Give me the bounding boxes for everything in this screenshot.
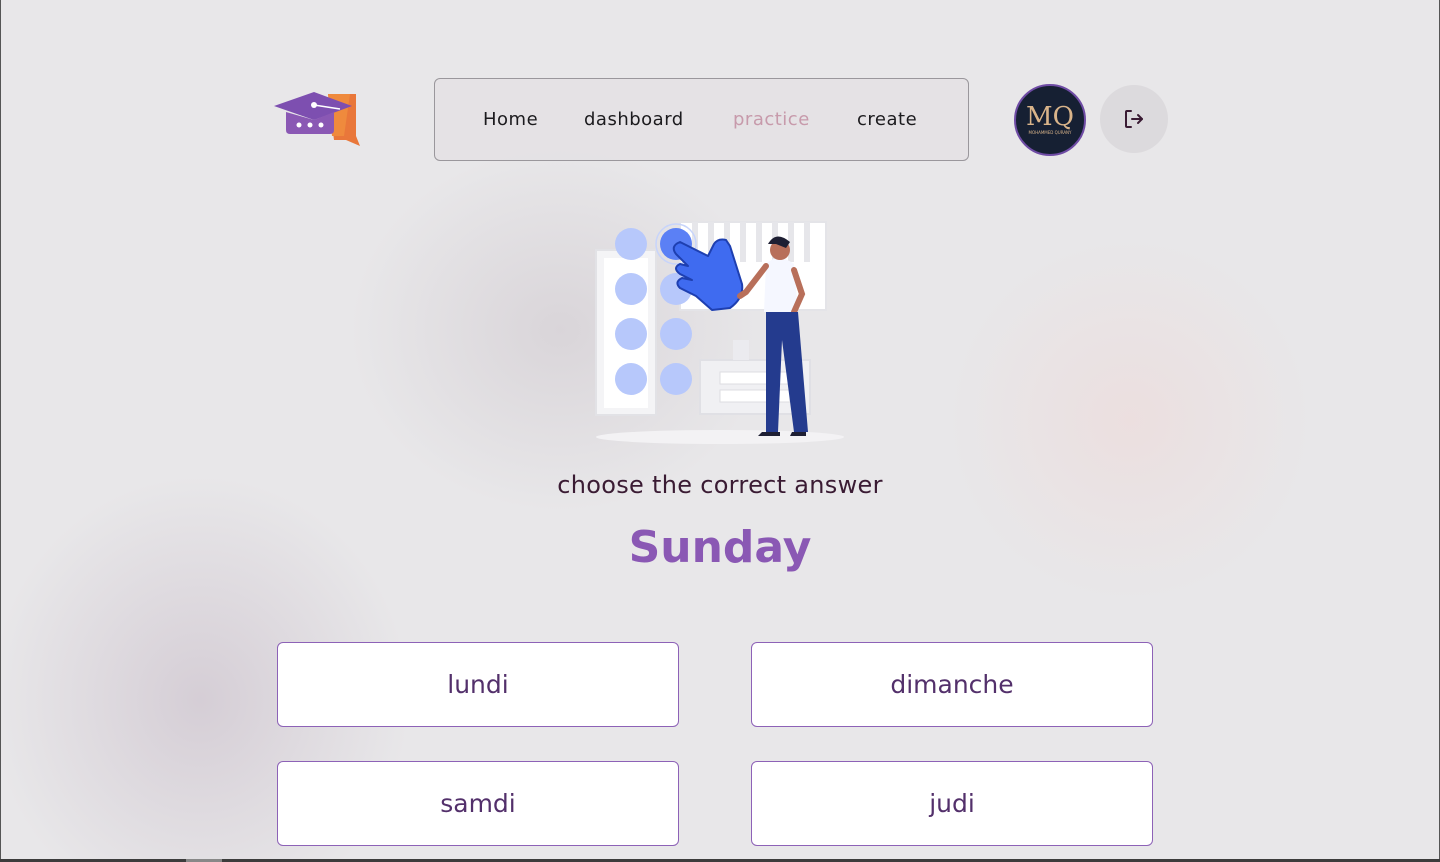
nav-item-practice[interactable]: practice [733, 109, 810, 130]
app-logo[interactable] [272, 90, 360, 150]
logout-button[interactable] [1100, 85, 1168, 153]
answer-option-2[interactable]: dimanche [751, 642, 1153, 727]
user-avatar[interactable]: MQ MOHAMMED QURANY [1014, 84, 1086, 156]
quiz-instruction: choose the correct answer [557, 471, 883, 499]
nav-item-create[interactable]: create [857, 109, 917, 130]
answer-option-1[interactable]: lundi [277, 642, 679, 727]
main-nav: Home dashboard practice create [434, 78, 969, 161]
avatar-initials: MQ [1026, 102, 1074, 132]
quiz-word: Sunday [628, 522, 812, 573]
answer-option-3[interactable]: samdi [277, 761, 679, 846]
nav-item-home[interactable]: Home [483, 109, 538, 130]
logout-icon [1125, 110, 1143, 128]
graduation-cap-chat-icon [274, 92, 360, 146]
avatar-monogram: MQ MOHAMMED QURANY [1026, 102, 1074, 135]
person-choosing-illustration [595, 221, 844, 444]
avatar-caption: MOHAMMED QURANY [1029, 130, 1073, 135]
answer-option-4[interactable]: judi [751, 761, 1153, 846]
hero-illustration [580, 200, 860, 450]
window-edge-left [0, 0, 1, 862]
nav-item-dashboard[interactable]: dashboard [584, 109, 684, 130]
